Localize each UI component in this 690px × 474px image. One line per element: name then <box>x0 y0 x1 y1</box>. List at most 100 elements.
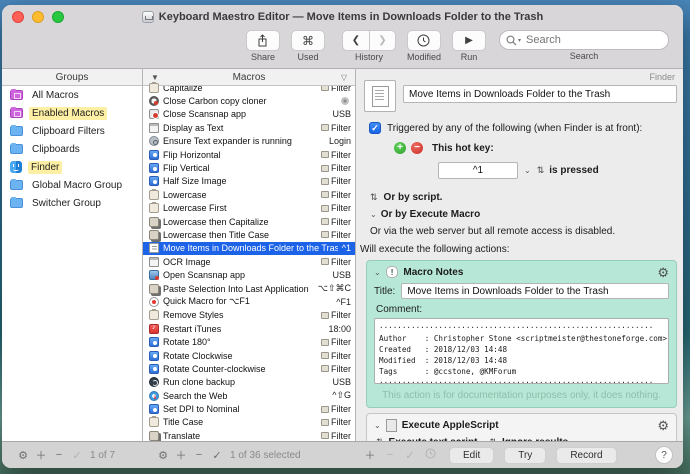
macro-row-paste-selection-into-last-application[interactable]: Paste Selection Into Last Application⌥⇧⌘… <box>143 282 355 295</box>
used-button[interactable]: ⌘ <box>291 30 325 51</box>
sidebar-item-finder[interactable]: Finder <box>2 158 142 176</box>
sidebar-item-switcher-group[interactable]: Switcher Group <box>2 194 142 212</box>
macro-trigger: Filter <box>321 230 351 240</box>
add-action-button[interactable]: ＋ <box>361 447 379 463</box>
hotkey-dropdown-chevron-icon[interactable]: ⌄ <box>524 166 531 175</box>
comment-text-area[interactable]: ········································… <box>374 318 669 384</box>
group-context-label: Finder <box>649 72 675 82</box>
documentation-footnote: This action is for documentation purpose… <box>374 390 669 401</box>
try-button[interactable]: Try <box>504 447 546 464</box>
search-input[interactable] <box>524 33 662 47</box>
popup-arrows-icon: ⇅ <box>537 165 545 176</box>
remove-action-button[interactable]: − <box>381 449 399 461</box>
help-button[interactable]: ? <box>655 446 673 464</box>
results-popup[interactable]: ⇅ Ignore results <box>489 437 568 441</box>
macros-list: CapitalizeFilterClose Carbon copy cloner… <box>143 81 355 441</box>
macro-row-restart-itunes[interactable]: Restart iTunes18:00 <box>143 322 355 335</box>
macro-row-rotate-clockwise[interactable]: Rotate ClockwiseFilter <box>143 349 355 362</box>
folder-blue-icon <box>10 180 23 190</box>
macro-row-half-size-image[interactable]: Half Size ImageFilter <box>143 175 355 188</box>
notes-title-field[interactable] <box>401 283 669 299</box>
or-by-execute-macro-disclosure[interactable]: ⌄ Or by Execute Macro <box>370 209 677 220</box>
run-button[interactable]: ▶ <box>452 30 486 51</box>
search-options-chevron-icon[interactable]: ▾ <box>518 37 521 44</box>
remove-group-button[interactable]: − <box>50 449 68 461</box>
macro-name-field[interactable] <box>403 85 677 103</box>
add-trigger-button[interactable]: + <box>394 142 406 154</box>
enable-group-checkmark-icon[interactable]: ✓ <box>68 449 86 462</box>
history-forward-button[interactable]: ❯ <box>369 30 396 51</box>
macro-row-ocr-image[interactable]: OCR ImageFilter <box>143 255 355 268</box>
gear-icon[interactable]: ⚙ <box>657 266 669 279</box>
gear-icon[interactable]: ⚙ <box>14 449 32 462</box>
share-button[interactable] <box>246 30 280 51</box>
trigger-text: Filter <box>331 203 351 213</box>
enable-action-checkmark-icon[interactable]: ✓ <box>401 449 419 462</box>
modified-label: Modified <box>407 52 441 62</box>
or-by-script-popup[interactable]: ⇅ Or by script. <box>370 192 677 203</box>
history-back-button[interactable]: ❮ <box>342 30 369 51</box>
script-type-popup[interactable]: ⇅ Execute text script <box>376 437 477 441</box>
macro-row-title-case[interactable]: Title CaseFilter <box>143 416 355 429</box>
macro-row-close-carbon-copy-cloner[interactable]: Close Carbon copy cloner <box>143 94 355 107</box>
sidebar-item-clipboard-filters[interactable]: Clipboard Filters <box>2 122 142 140</box>
remove-macro-button[interactable]: − <box>190 449 208 461</box>
sidebar-item-clipboards[interactable]: Clipboards <box>2 140 142 158</box>
macro-row-rotate-counter-clockwise[interactable]: Rotate Counter-clockwiseFilter <box>143 362 355 375</box>
macro-notes-action[interactable]: ⌄ ! Macro Notes ⚙ Title: Comment: ······… <box>366 260 677 408</box>
record-button[interactable]: Record <box>556 447 616 464</box>
clip-macro-icon <box>149 83 159 93</box>
remove-trigger-button[interactable]: − <box>411 142 423 154</box>
macro-row-lowercase-then-capitalize[interactable]: Lowercase then CapitalizeFilter <box>143 215 355 228</box>
macro-row-quick-macro-for-f1[interactable]: Quick Macro for ⌥F1^F1 <box>143 295 355 308</box>
window-title-text: Keyboard Maestro Editor — Move Items in … <box>159 11 543 23</box>
folder-blue-icon <box>10 144 23 154</box>
macro-row-translate[interactable]: TranslateFilter <box>143 429 355 441</box>
filter-funnel-filled-icon[interactable]: ▼ <box>151 73 159 82</box>
macro-row-display-as-text[interactable]: Display as TextFilter <box>143 121 355 134</box>
search-icon <box>506 35 517 46</box>
modified-button[interactable] <box>407 30 441 51</box>
filter-funnel-outline-icon[interactable]: ▽ <box>341 73 347 82</box>
sidebar-item-global-macro-group[interactable]: Global Macro Group <box>2 176 142 194</box>
macro-row-rotate-180[interactable]: Rotate 180°Filter <box>143 335 355 348</box>
macro-row-ensure-text-expander-is-running[interactable]: Ensure Text expander is runningLogin <box>143 135 355 148</box>
macro-row-remove-styles[interactable]: Remove StylesFilter <box>143 309 355 322</box>
hotkey-field[interactable] <box>438 162 518 179</box>
macro-row-lowercase-then-title-case[interactable]: Lowercase then Title CaseFilter <box>143 228 355 241</box>
timer-icon[interactable] <box>421 448 439 462</box>
collapse-chevron-icon[interactable]: ⌄ <box>374 421 381 430</box>
sidebar-item-all-macros[interactable]: All Macros <box>2 86 142 104</box>
macro-row-lowercase-first[interactable]: Lowercase FirstFilter <box>143 202 355 215</box>
collapse-chevron-icon[interactable]: ⌄ <box>374 268 381 277</box>
macro-row-move-items-in-downloads-folder-to-the-trash[interactable]: Move Items in Downloads Folder to the Tr… <box>143 242 355 255</box>
script-document-icon <box>386 419 397 432</box>
gear-icon[interactable]: ⚙ <box>657 419 669 432</box>
search-field[interactable]: ▾ <box>499 30 669 50</box>
macro-icon-well[interactable] <box>364 80 396 112</box>
gear-icon[interactable]: ⚙ <box>154 449 172 462</box>
enable-macro-checkmark-icon[interactable]: ✓ <box>208 449 226 462</box>
folder-purple-icon <box>10 90 23 100</box>
macro-row-close-scansnap-app[interactable]: Close Scansnap appUSB <box>143 108 355 121</box>
img-macro-icon <box>149 364 159 374</box>
macro-row-flip-horizontal[interactable]: Flip HorizontalFilter <box>143 148 355 161</box>
macros-status-section: ⚙ ＋ − ✓ 1 of 36 selected <box>142 447 355 463</box>
execute-applescript-action[interactable]: ⌄ Execute AppleScript ⚙ ⇅ Execute text s… <box>366 413 677 441</box>
macro-row-set-dpi-to-nominal[interactable]: Set DPI to NominalFilter <box>143 402 355 415</box>
macros-header-label: Macros <box>233 72 266 83</box>
macro-row-open-scansnap-app[interactable]: Open Scansnap appUSB <box>143 268 355 281</box>
sidebar-item-enabled-macros[interactable]: Enabled Macros <box>2 104 142 122</box>
hotkey-pressed-popup[interactable]: ⇅ is pressed <box>537 165 599 176</box>
add-macro-button[interactable]: ＋ <box>172 447 190 463</box>
macro-label: Search the Web <box>163 391 328 401</box>
macro-row-lowercase[interactable]: LowercaseFilter <box>143 188 355 201</box>
macro-row-search-the-web[interactable]: Search the Web^⇧G <box>143 389 355 402</box>
web-server-note: Or via the web server but all remote acc… <box>370 226 677 237</box>
macro-row-run-clone-backup[interactable]: Run clone backupUSB <box>143 376 355 389</box>
add-group-button[interactable]: ＋ <box>32 447 50 463</box>
triggered-checkbox[interactable]: ✓ <box>369 122 381 134</box>
macro-row-flip-vertical[interactable]: Flip VerticalFilter <box>143 161 355 174</box>
trigger-text: Filter <box>331 364 351 374</box>
edit-button[interactable]: Edit <box>449 447 494 464</box>
